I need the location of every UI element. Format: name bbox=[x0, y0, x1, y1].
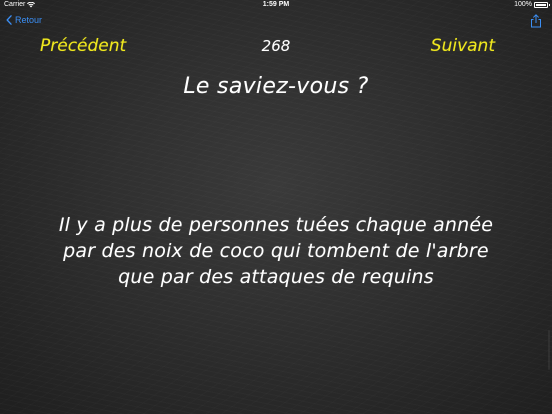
fact-line: Il y a plus de personnes tuées chaque an… bbox=[58, 214, 494, 236]
next-button[interactable]: Suivant bbox=[431, 36, 495, 56]
chalkboard-texture bbox=[0, 0, 552, 414]
status-bar: Carrier 1:59 PM 100% bbox=[0, 0, 552, 11]
navigation-bar: Retour bbox=[0, 11, 552, 33]
battery-percent: 100% bbox=[514, 1, 532, 8]
scroll-indicator bbox=[548, 330, 550, 370]
fact-text: Il y a plus de personnes tuées chaque an… bbox=[8, 212, 544, 290]
battery-fill bbox=[536, 3, 546, 6]
app-screen: Carrier 1:59 PM 100% Retour Précédent 26… bbox=[0, 0, 552, 414]
back-button-label: Retour bbox=[15, 15, 43, 25]
share-icon[interactable] bbox=[530, 14, 542, 28]
fact-line: par des noix de coco qui tombent de l'ar… bbox=[63, 240, 489, 262]
back-button[interactable]: Retour bbox=[5, 15, 42, 25]
fact-line: que par des attaques de requins bbox=[118, 266, 434, 288]
battery-icon bbox=[534, 1, 550, 8]
battery-indicator: 100% bbox=[514, 1, 550, 8]
page-title: Le saviez-vous ? bbox=[183, 74, 369, 99]
status-time: 1:59 PM bbox=[262, 1, 290, 8]
chevron-left-icon bbox=[6, 15, 12, 25]
